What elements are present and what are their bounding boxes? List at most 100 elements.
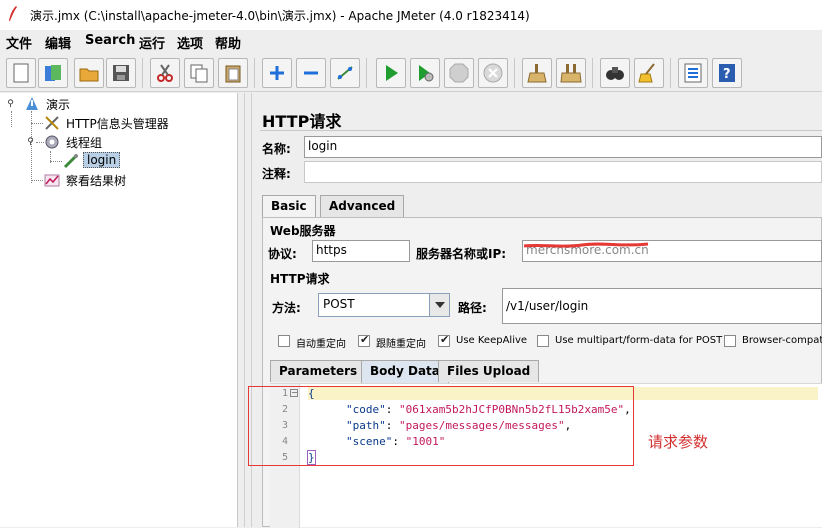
- checkbox-box[interactable]: [537, 335, 549, 347]
- menu-options[interactable]: 选项: [177, 33, 203, 52]
- tree-connector: [11, 111, 12, 127]
- copy-button[interactable]: [184, 58, 214, 88]
- tree-connector: [31, 111, 32, 183]
- toolbar-separator: [592, 58, 593, 88]
- browser-compatible-checkbox[interactable]: Browser-compatib: [724, 334, 822, 350]
- tree-toggle-root[interactable]: ⚲: [6, 100, 15, 109]
- clear-all-icon: [560, 64, 582, 83]
- open-icon: [79, 68, 99, 82]
- path-label: 路径:: [458, 301, 487, 315]
- tree-connector: [36, 142, 44, 143]
- tab-advanced[interactable]: Advanced: [320, 195, 405, 217]
- tree-toggle-thread-group[interactable]: ⚲: [26, 138, 35, 147]
- menu-search[interactable]: Search: [85, 33, 135, 48]
- menu-bar: 文件 编辑 Search 运行 选项 帮助: [0, 30, 822, 52]
- new-button[interactable]: [6, 58, 36, 88]
- toolbar-separator: [254, 58, 255, 88]
- reset-search-icon: [638, 63, 655, 83]
- save-icon: [113, 65, 129, 81]
- tree-connector: [31, 180, 43, 181]
- sampler-icon: [63, 154, 78, 169]
- testplan-icon: [26, 97, 38, 110]
- checkbox-label: 自动重定向: [296, 339, 346, 350]
- paste-icon: [225, 65, 241, 83]
- tree-item-label: HTTP信息头管理器: [66, 117, 169, 131]
- help-icon: ?: [719, 64, 735, 82]
- expand-icon: [270, 66, 284, 80]
- templates-button[interactable]: [38, 58, 68, 88]
- search-button[interactable]: [600, 58, 630, 88]
- chart-icon: [44, 174, 60, 187]
- start-icon: [386, 65, 398, 81]
- toolbar-separator: [142, 58, 143, 88]
- save-button[interactable]: [106, 58, 136, 88]
- start-button[interactable]: [376, 58, 406, 88]
- comment-field[interactable]: [304, 161, 822, 183]
- cut-icon: [157, 64, 173, 82]
- gear-icon: [45, 135, 59, 149]
- tab-body-data[interactable]: Body Data: [361, 360, 449, 383]
- copy-icon: [190, 64, 208, 83]
- cut-button[interactable]: [150, 58, 180, 88]
- request-tabs: Basic Advanced: [262, 195, 822, 218]
- toggle-icon: [337, 66, 353, 80]
- start-no-pause-button[interactable]: [410, 58, 440, 88]
- menu-edit[interactable]: 编辑: [45, 33, 71, 52]
- annotation-box: [248, 386, 634, 466]
- help-button[interactable]: ?: [712, 58, 742, 88]
- checkbox-box[interactable]: [278, 335, 290, 347]
- toggle-button[interactable]: [330, 58, 360, 88]
- protocol-label: 协议:: [268, 247, 297, 261]
- annotation-text: 请求参数: [648, 433, 709, 451]
- shutdown-icon: [483, 63, 503, 83]
- tree-item-label: 演示: [46, 98, 71, 112]
- tree-connector: [31, 123, 43, 124]
- name-field[interactable]: login: [304, 136, 822, 158]
- tab-parameters[interactable]: Parameters: [270, 360, 367, 382]
- function-helper-button[interactable]: [678, 58, 708, 88]
- checkbox-box[interactable]: [438, 333, 450, 347]
- server-label: 服务器名称或IP:: [416, 247, 507, 261]
- templates-icon: [45, 65, 61, 81]
- menu-help[interactable]: 帮助: [215, 33, 241, 52]
- tree-item-label: login: [83, 152, 121, 168]
- shutdown-button[interactable]: [478, 58, 508, 88]
- checkbox-label: Use KeepAlive: [456, 335, 528, 346]
- checkbox-label: Use multipart/form-data for POST: [555, 335, 723, 346]
- jmeter-feather-icon: [9, 6, 17, 21]
- clear-button[interactable]: [522, 58, 552, 88]
- body-tabs: Parameters Body Data Files Upload: [270, 360, 822, 383]
- path-field[interactable]: /v1/user/login: [502, 288, 822, 324]
- window-title: 演示.jmx (C:\install\apache-jmeter-4.0\bin…: [30, 9, 530, 23]
- chevron-down-icon[interactable]: [429, 294, 449, 316]
- http-request-group-title: HTTP请求: [270, 272, 330, 286]
- expand-button[interactable]: [262, 58, 292, 88]
- function-helper-icon: [684, 63, 702, 83]
- divider: [260, 130, 822, 131]
- checkbox-box[interactable]: [358, 333, 370, 347]
- tab-basic[interactable]: Basic: [262, 195, 316, 218]
- clear-all-button[interactable]: [556, 58, 586, 88]
- toolbar: ?: [0, 52, 822, 92]
- checkbox-box[interactable]: [724, 335, 736, 347]
- reset-search-button[interactable]: [634, 58, 664, 88]
- tools-icon: [45, 116, 59, 130]
- redaction-scribble: [523, 242, 649, 248]
- protocol-field[interactable]: https: [312, 240, 410, 262]
- tab-files-upload[interactable]: Files Upload: [438, 360, 540, 382]
- stop-icon: [449, 63, 469, 83]
- checkbox-label: Browser-compatib: [742, 335, 822, 346]
- paste-button[interactable]: [218, 58, 248, 88]
- title-bar: 演示.jmx (C:\install\apache-jmeter-4.0\bin…: [0, 0, 822, 30]
- name-label: 名称:: [262, 142, 291, 156]
- menu-file[interactable]: 文件: [6, 33, 32, 52]
- menu-run[interactable]: 运行: [139, 33, 165, 52]
- svg-text:?: ?: [723, 67, 731, 82]
- collapse-button[interactable]: [296, 58, 326, 88]
- panel-title: HTTP请求: [262, 112, 342, 131]
- toolbar-separator: [670, 58, 671, 88]
- stop-button[interactable]: [444, 58, 474, 88]
- open-button[interactable]: [74, 58, 104, 88]
- method-select[interactable]: POST: [318, 293, 450, 317]
- collapse-icon: [304, 71, 318, 75]
